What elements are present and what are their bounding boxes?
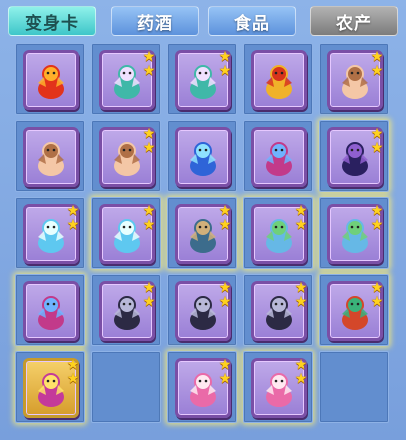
- star-rating: ★ ★: [369, 281, 385, 309]
- star-rating: ★ ★: [369, 50, 385, 78]
- star-icon: ★: [142, 217, 156, 233]
- star-rating: ★ ★: [65, 204, 81, 232]
- phoenix-bird-icon: [266, 142, 292, 176]
- star-icon: ★: [294, 357, 308, 373]
- fire-monster-icon: [38, 65, 64, 99]
- star-rating: ★ ★: [217, 358, 233, 386]
- star-rating: ★ ★: [141, 281, 157, 309]
- star-rating: ★ ★: [217, 281, 233, 309]
- star-icon: ★: [218, 217, 232, 233]
- star-icon: ★: [218, 49, 232, 65]
- star-icon: ★: [66, 357, 80, 373]
- star-icon: ★: [142, 280, 156, 296]
- inventory-slot[interactable]: ★ ★: [243, 274, 313, 346]
- inventory-slot[interactable]: [15, 274, 85, 346]
- star-rating: ★ ★: [141, 50, 157, 78]
- inventory-slot[interactable]: ★ ★: [167, 197, 237, 269]
- inventory-slot[interactable]: [243, 120, 313, 192]
- phoenix-bird-icon: [38, 296, 64, 330]
- star-icon: ★: [142, 140, 156, 156]
- category-tabs: 变身卡 药酒 食品 农产: [8, 6, 400, 38]
- star-icon: ★: [370, 140, 384, 156]
- star-icon: ★: [218, 294, 232, 310]
- star-icon: ★: [294, 217, 308, 233]
- star-icon: ★: [370, 294, 384, 310]
- star-rating: ★ ★: [141, 127, 157, 155]
- tab-label: 农产: [336, 13, 372, 34]
- star-icon: ★: [218, 63, 232, 79]
- star-rating: ★ ★: [293, 358, 309, 386]
- empty-slot[interactable]: [319, 351, 389, 423]
- star-icon: ★: [294, 280, 308, 296]
- star-icon: ★: [218, 203, 232, 219]
- star-icon: ★: [370, 203, 384, 219]
- empty-slot[interactable]: [91, 351, 161, 423]
- inventory-slot[interactable]: ★ ★: [319, 120, 389, 192]
- tab-food[interactable]: 食品: [208, 6, 296, 36]
- star-icon: ★: [294, 294, 308, 310]
- tab-farm-produce[interactable]: 农产: [310, 6, 398, 36]
- transform-card: [251, 127, 307, 187]
- inventory-slot[interactable]: [15, 120, 85, 192]
- star-icon: ★: [370, 63, 384, 79]
- star-icon: ★: [218, 357, 232, 373]
- star-rating: ★ ★: [65, 358, 81, 386]
- inventory-slot[interactable]: ★ ★: [319, 274, 389, 346]
- tab-label: 食品: [234, 13, 270, 34]
- star-icon: ★: [370, 126, 384, 142]
- inventory-slot[interactable]: ★ ★: [91, 274, 161, 346]
- star-rating: ★ ★: [217, 50, 233, 78]
- inventory-panel: 变身卡 药酒 食品 农产 ★ ★ ★ ★ ★ ★ ★ ★ ★ ★ ★ ★ ★ ★ ★ ★ ★ ★ ★ ★ ★ ★ ★ ★ ★ ★ ★…: [0, 0, 406, 440]
- star-icon: ★: [142, 63, 156, 79]
- inventory-slot[interactable]: ★ ★: [91, 120, 161, 192]
- star-icon: ★: [370, 217, 384, 233]
- star-icon: ★: [66, 217, 80, 233]
- tab-medicine-wine[interactable]: 药酒: [111, 6, 199, 36]
- inventory-slot[interactable]: [167, 120, 237, 192]
- tab-label: 变身卡: [25, 13, 79, 34]
- transform-card: [23, 281, 79, 341]
- inventory-slot[interactable]: ★ ★: [167, 274, 237, 346]
- tab-label: 药酒: [137, 13, 173, 34]
- star-rating: ★ ★: [217, 204, 233, 232]
- inventory-slot[interactable]: ★ ★: [319, 197, 389, 269]
- star-rating: ★ ★: [141, 204, 157, 232]
- transform-card: [251, 50, 307, 110]
- star-icon: ★: [294, 371, 308, 387]
- star-rating: ★ ★: [369, 127, 385, 155]
- star-icon: ★: [218, 280, 232, 296]
- inventory-grid: ★ ★ ★ ★ ★ ★ ★ ★ ★ ★ ★ ★ ★ ★ ★ ★ ★ ★ ★ ★ ★ ★ ★ ★ ★ ★ ★ ★ ★ ★ ★ ★ ★ ★: [15, 43, 395, 435]
- star-icon: ★: [142, 203, 156, 219]
- star-icon: ★: [142, 294, 156, 310]
- blue-sorceress-icon: [190, 142, 216, 176]
- inventory-slot[interactable]: [15, 43, 85, 115]
- inventory-slot[interactable]: ★ ★: [243, 197, 313, 269]
- transform-card: [23, 127, 79, 187]
- star-icon: ★: [66, 203, 80, 219]
- tab-transform-card[interactable]: 变身卡: [8, 6, 96, 36]
- lion-dance-icon: [266, 65, 292, 99]
- inventory-slot[interactable]: ★ ★: [167, 43, 237, 115]
- inventory-slot[interactable]: [243, 43, 313, 115]
- star-icon: ★: [142, 126, 156, 142]
- star-icon: ★: [294, 203, 308, 219]
- inventory-slot[interactable]: ★ ★: [167, 351, 237, 423]
- star-icon: ★: [142, 49, 156, 65]
- star-icon: ★: [370, 49, 384, 65]
- star-icon: ★: [218, 371, 232, 387]
- star-rating: ★ ★: [293, 204, 309, 232]
- star-icon: ★: [370, 280, 384, 296]
- star-rating: ★ ★: [369, 204, 385, 232]
- inventory-slot[interactable]: ★ ★: [243, 351, 313, 423]
- transform-card: [175, 127, 231, 187]
- transform-card: [23, 50, 79, 110]
- inventory-slot[interactable]: ★ ★: [15, 197, 85, 269]
- piglet-icon: [38, 142, 64, 176]
- inventory-slot[interactable]: ★ ★: [91, 197, 161, 269]
- inventory-slot[interactable]: ★ ★: [91, 43, 161, 115]
- star-icon: ★: [66, 371, 80, 387]
- inventory-slot[interactable]: ★ ★: [15, 351, 85, 423]
- inventory-slot[interactable]: ★ ★: [319, 43, 389, 115]
- star-rating: ★ ★: [293, 281, 309, 309]
